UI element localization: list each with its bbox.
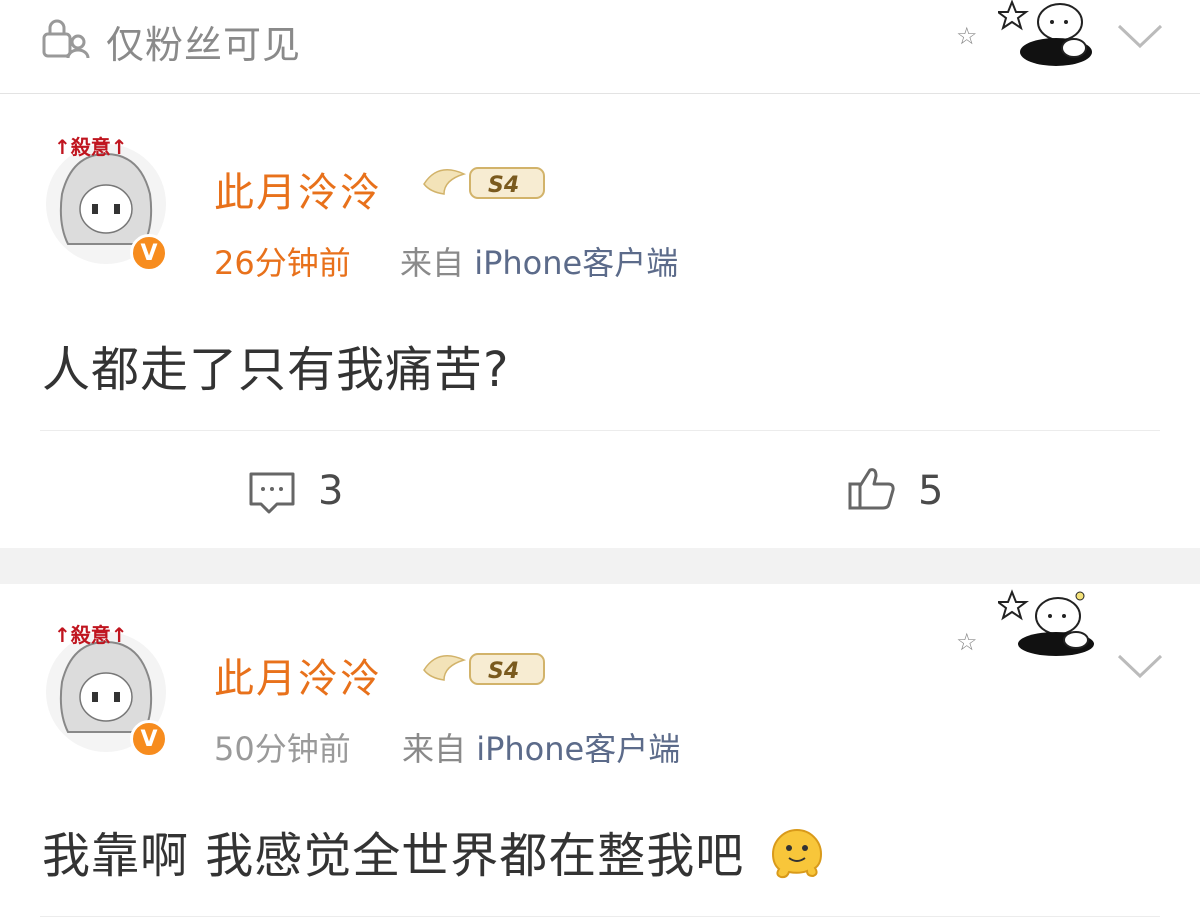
post-source: 来自 iPhone客户端 [402,724,680,770]
source-prefix: 来自 [402,730,467,768]
username[interactable]: 此月泠泠 [214,646,382,704]
post-content: 我靠啊 我感觉全世界都在整我吧 [42,816,829,886]
svg-text:S4: S4 [488,659,519,684]
star-icon[interactable]: ☆ [956,24,978,48]
svip-badge-icon[interactable]: S4 [420,158,550,208]
visibility-label: 仅粉丝可见 [106,23,302,67]
verified-badge-icon: V [130,720,168,758]
star-icon[interactable]: ☆ [956,630,978,654]
post-time: 50分钟前 [214,730,351,768]
post-time: 26分钟前 [214,244,351,282]
comment-icon[interactable] [246,468,298,516]
chevron-down-icon[interactable] [1115,20,1165,50]
sticker-icon [998,589,1094,656]
post-content-text: 我靠啊 我感觉全世界都在整我吧 [42,828,745,884]
verified-badge-icon: V [130,234,168,272]
like-count: 5 [918,468,944,514]
avatar-text: ↑殺意↑ [54,623,128,647]
melting-face-emoji-icon [771,829,822,879]
post-content: 人都走了只有我痛苦? [42,342,510,398]
svg-text:S4: S4 [488,173,519,198]
post-source: 来自 iPhone客户端 [400,238,678,284]
source-device[interactable]: iPhone客户端 [474,244,678,282]
divider [40,916,1160,917]
comment-count: 3 [318,468,344,514]
username[interactable]: 此月泠泠 [214,160,382,218]
divider [40,430,1160,431]
source-prefix: 来自 [400,244,465,282]
thumbs-up-icon[interactable] [846,464,898,512]
post-separator [0,548,1200,584]
lock-person-icon [42,19,90,59]
sticker-icon [998,0,1092,66]
avatar-text: ↑殺意↑ [54,135,128,159]
divider [0,93,1200,94]
source-device[interactable]: iPhone客户端 [476,730,680,768]
chevron-down-icon[interactable] [1115,650,1165,680]
svip-badge-icon[interactable]: S4 [420,644,550,694]
